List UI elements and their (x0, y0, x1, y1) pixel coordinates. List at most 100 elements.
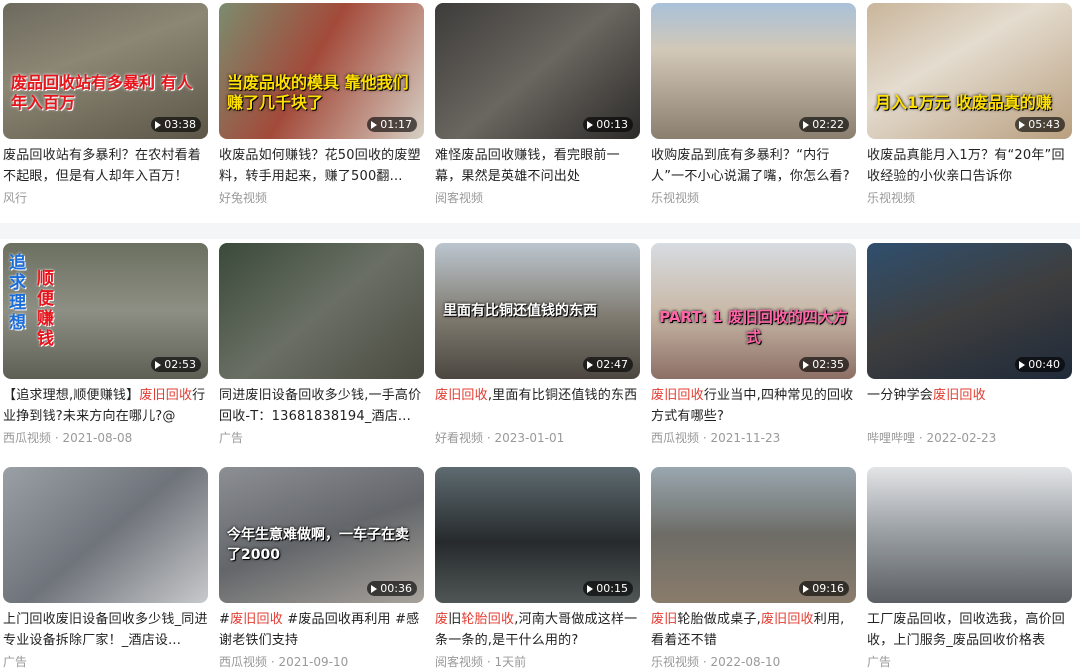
meta-separator: · (699, 431, 711, 445)
title-keyword-highlight: 废 (435, 612, 449, 627)
video-meta: 广告 (867, 653, 1072, 671)
video-thumbnail[interactable]: 废品回收站有多暴利 有人年入百万 03:38 (3, 3, 208, 139)
video-title[interactable]: 【追求理想,顺便赚钱】废旧回收行业挣到钱?未来方向在哪儿?@ (3, 385, 208, 427)
video-thumbnail[interactable] (3, 467, 208, 603)
video-meta: 西瓜视频 · 2021-11-23 (651, 429, 856, 447)
video-title[interactable]: 废旧轮胎回收,河南大哥做成这样一条一条的,是干什么用的? (435, 609, 640, 651)
video-card[interactable]: 02:22 收购废品到底有多暴利？“内行人”一不小心说漏了嘴，你怎么看? 乐视视频 (651, 3, 856, 207)
duration-text: 00:40 (1028, 358, 1060, 371)
video-card[interactable]: 00:13 难怪废品回收赚钱，看完眼前一幕，果然是英雄不问出处阅客视频 (435, 3, 640, 207)
video-source: 哔哩哔哩 (867, 431, 916, 445)
video-card[interactable]: 00:40 一分钟学会废旧回收哔哩哔哩 · 2022-02-23 (867, 243, 1072, 447)
video-title[interactable]: 废品回收站有多暴利？在农村看着不起眼，但是有人却年入百万！ (3, 145, 208, 187)
video-source: 好兔视频 (219, 191, 268, 205)
title-text: 工厂废品回收，回收选我，高价回收，上门服务_废品回收价格表 (867, 612, 1066, 648)
video-source: 乐视视频 (651, 191, 700, 205)
video-title[interactable]: 收废品真能月入1万？有“20年”回收经验的小伙亲口告诉你 (867, 145, 1072, 187)
thumbnail-caption: 里面有比铜还值钱的东西 (443, 303, 597, 319)
video-date: 2021-08-08 (62, 431, 133, 445)
video-title[interactable]: 收购废品到底有多暴利？“内行人”一不小心说漏了嘴，你怎么看? (651, 145, 856, 187)
video-source: 广告 (3, 655, 28, 669)
video-meta: 哔哩哔哩 · 2022-02-23 (867, 429, 1072, 447)
video-date: 2021-09-10 (278, 655, 349, 669)
title-keyword-highlight: 废旧回收 (230, 612, 283, 627)
video-thumbnail[interactable]: 02:22 (651, 3, 856, 139)
play-icon (587, 120, 594, 129)
video-title[interactable]: 工厂废品回收，回收选我，高价回收，上门服务_废品回收价格表 (867, 609, 1072, 651)
video-thumbnail[interactable]: 00:15 (435, 467, 640, 603)
title-text: 收购废品到底有多暴利？“内行人”一不小心说漏了嘴，你怎么看? (651, 148, 850, 184)
video-card[interactable]: 当废品收的模具 靠他我们赚了几千块了 01:17 收废品如何赚钱？花50回收的废塑料… (219, 3, 424, 207)
video-card[interactable]: 今年生意难做啊，一车子在卖了2000 00:36 #废旧回收 #废品回收再利用 #感… (219, 467, 424, 671)
video-title[interactable]: 同进废旧设备回收多少钱,一手高价回收-T：13681838194_酒店... (219, 385, 424, 427)
title-keyword-highlight: 废旧回收 (760, 612, 814, 627)
title-keyword-highlight: 废旧回收 (435, 388, 488, 403)
duration-text: 00:13 (596, 118, 628, 131)
video-date: 2022-08-10 (710, 655, 781, 669)
video-date: 1天前 (494, 655, 527, 669)
video-thumbnail[interactable] (219, 243, 424, 379)
video-title[interactable]: 一分钟学会废旧回收 (867, 385, 1072, 427)
title-text: 旧 (448, 612, 462, 627)
thumbnail-image (867, 467, 1072, 603)
play-icon (1019, 120, 1026, 129)
video-card[interactable]: 工厂废品回收，回收选我，高价回收，上门服务_废品回收价格表广告 (867, 467, 1072, 671)
video-thumbnail[interactable]: 00:13 (435, 3, 640, 139)
video-thumbnail[interactable]: 追求理想 顺便赚钱 02:53 (3, 243, 208, 379)
thumbnail-caption-secondary: 顺便赚钱 (37, 269, 54, 349)
meta-separator: · (699, 655, 711, 669)
video-thumbnail[interactable]: 月入1万元 收废品真的赚 05:43 (867, 3, 1072, 139)
video-card[interactable]: 追求理想 顺便赚钱 02:53 【追求理想,顺便赚钱】废旧回收行业挣到钱?未来方向在哪… (3, 243, 208, 447)
video-title[interactable]: 难怪废品回收赚钱，看完眼前一幕，果然是英雄不问出处 (435, 145, 640, 187)
thumbnail-caption: 月入1万元 收废品真的赚 (875, 93, 1052, 112)
thumbnail-image (3, 467, 208, 603)
video-card[interactable]: 月入1万元 收废品真的赚 05:43 收废品真能月入1万？有“20年”回收经验的小伙… (867, 3, 1072, 207)
video-date: 2022-02-23 (926, 431, 997, 445)
play-icon (155, 360, 162, 369)
video-card[interactable]: 09:16 废旧轮胎做成桌子,废旧回收利用,看着还不错乐视视频 · 2022-08… (651, 467, 856, 671)
video-meta: 广告 (3, 653, 208, 671)
video-thumbnail[interactable]: 09:16 (651, 467, 856, 603)
duration-text: 05:43 (1028, 118, 1060, 131)
video-title[interactable]: 废旧轮胎做成桌子,废旧回收利用,看着还不错 (651, 609, 856, 651)
video-title[interactable]: 上门回收废旧设备回收多少钱_同进专业设备拆除厂家！_酒店设... (3, 609, 208, 651)
video-thumbnail[interactable] (867, 467, 1072, 603)
duration-badge: 02:47 (583, 357, 633, 372)
video-date: 2023-01-01 (494, 431, 565, 445)
video-thumbnail[interactable]: 00:40 (867, 243, 1072, 379)
play-icon (587, 360, 594, 369)
title-text: 废品回收站有多暴利？在农村看着不起眼，但是有人却年入百万！ (3, 148, 202, 184)
video-card[interactable]: PART: 1 废旧回收的四大方式 02:35 废旧回收行业当中,四种常见的回收方式… (651, 243, 856, 447)
video-thumbnail[interactable]: PART: 1 废旧回收的四大方式 02:35 (651, 243, 856, 379)
video-title[interactable]: #废旧回收 #废品回收再利用 #感谢老铁们支持 (219, 609, 424, 651)
video-source: 阅客视频 (435, 191, 484, 205)
video-title[interactable]: 收废品如何赚钱？花50回收的废塑料，转手用起来，赚了500翻... (219, 145, 424, 187)
duration-text: 02:35 (812, 358, 844, 371)
video-meta: 西瓜视频 · 2021-08-08 (3, 429, 208, 447)
thumbnail-caption: 追求理想 (9, 253, 26, 333)
video-thumbnail[interactable]: 今年生意难做啊，一车子在卖了2000 00:36 (219, 467, 424, 603)
title-text: 收废品真能月入1万？有“20年”回收经验的小伙亲口告诉你 (867, 148, 1065, 184)
video-card[interactable]: 00:15 废旧轮胎回收,河南大哥做成这样一条一条的,是干什么用的? 阅客视频 · … (435, 467, 640, 671)
video-meta: 风行 (3, 189, 208, 207)
title-text: ,里面有比铜还值钱的东西 (487, 388, 638, 403)
thumbnail-caption: 废品回收站有多暴利 有人年入百万 (11, 73, 193, 112)
play-icon (371, 584, 378, 593)
title-text: 【追求理想,顺便赚钱】 (3, 388, 140, 403)
duration-text: 00:36 (380, 582, 412, 595)
thumbnail-caption: 今年生意难做啊，一车子在卖了2000 (227, 527, 409, 563)
thumbnail-caption: PART: 1 废旧回收的四大方式 (659, 308, 848, 346)
video-source: 西瓜视频 (3, 431, 52, 445)
video-card[interactable]: 废品回收站有多暴利 有人年入百万 03:38 废品回收站有多暴利？在农村看着不起眼，… (3, 3, 208, 207)
play-icon (1019, 360, 1026, 369)
video-thumbnail[interactable]: 当废品收的模具 靠他我们赚了几千块了 01:17 (219, 3, 424, 139)
video-card[interactable]: 同进废旧设备回收多少钱,一手高价回收-T：13681838194_酒店... 广告 (219, 243, 424, 447)
video-card[interactable]: 上门回收废旧设备回收多少钱_同进专业设备拆除厂家！_酒店设... 广告 (3, 467, 208, 671)
play-icon (803, 584, 810, 593)
video-source: 乐视视频 (867, 191, 916, 205)
video-title[interactable]: 废旧回收行业当中,四种常见的回收方式有哪些? (651, 385, 856, 427)
video-meta: 乐视视频 · 2022-08-10 (651, 653, 856, 671)
video-thumbnail[interactable]: 里面有比铜还值钱的东西 02:47 (435, 243, 640, 379)
video-title[interactable]: 废旧回收,里面有比铜还值钱的东西 (435, 385, 640, 427)
video-card[interactable]: 里面有比铜还值钱的东西 02:47 废旧回收,里面有比铜还值钱的东西 好看视频 · 2… (435, 243, 640, 447)
